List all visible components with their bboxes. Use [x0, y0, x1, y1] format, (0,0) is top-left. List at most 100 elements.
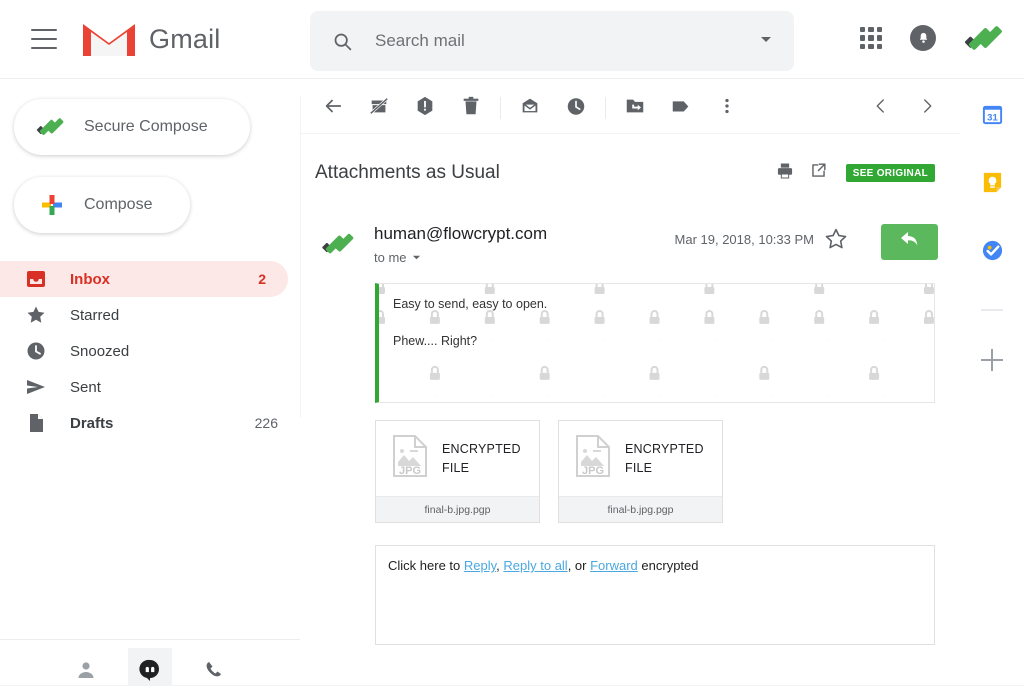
clock-icon: [26, 341, 52, 361]
toolbar-divider: [500, 97, 501, 119]
send-icon: [26, 377, 52, 397]
search-options-chevron-down-icon[interactable]: [758, 31, 774, 52]
sidebar-nav: Inbox 2 Starred Snoozed Sent Drafts 226: [0, 261, 300, 441]
forward-link[interactable]: Forward: [590, 558, 638, 573]
attachment-preview: JPG ENCRYPTED FILE: [376, 421, 539, 496]
right-side-panel: 31: [960, 79, 1024, 686]
search-bar[interactable]: [310, 11, 794, 71]
recipient-label: to me: [374, 250, 407, 265]
mark-unread-icon: [519, 95, 541, 122]
reply-prompt: Click here to Reply, Reply to all, or Fo…: [376, 546, 934, 573]
google-keep-icon: [981, 171, 1004, 199]
star-icon: [26, 305, 52, 325]
attachment-title-line1: ENCRYPTED: [442, 442, 521, 457]
reply-button[interactable]: [881, 224, 938, 260]
page-title: Attachments as Usual: [315, 162, 500, 183]
svg-text:JPG: JPG: [582, 465, 604, 477]
hamburger-icon[interactable]: [31, 29, 57, 49]
gmail-wordmark: Gmail: [149, 23, 221, 54]
attachment-filename: final-b.jpg.pgp: [424, 503, 491, 516]
star-outline-icon: [824, 228, 848, 255]
newer-button[interactable]: [858, 88, 904, 128]
attachment-title: ENCRYPTED FILE: [625, 440, 704, 476]
sidebar-item-label: Drafts: [70, 414, 114, 432]
toolbar-bottom-divider: [300, 133, 1024, 134]
tasks-addon-button[interactable]: [980, 239, 1004, 267]
attachment-title-line2: FILE: [625, 460, 653, 475]
clock-icon: [565, 95, 587, 122]
hangouts-icon[interactable]: [128, 648, 172, 686]
sidebar-item-sent[interactable]: Sent: [0, 369, 300, 405]
see-original-badge[interactable]: SEE ORIGINAL: [845, 164, 935, 182]
svg-text:31: 31: [987, 112, 998, 123]
image-file-icon: JPG: [392, 434, 428, 483]
reply-arrow-icon: [898, 229, 922, 256]
sender-email: human@flowcrypt.com: [374, 224, 548, 243]
message-line: Easy to send, easy to open.: [393, 297, 548, 311]
sidebar-item-label: Starred: [70, 306, 120, 324]
archive-button[interactable]: [356, 88, 402, 128]
sidebar-item-label: Inbox: [70, 270, 110, 288]
sidebar: Secure Compose Compose Inbox 2 Starred S…: [0, 79, 300, 686]
sidebar-item-drafts[interactable]: Drafts 226: [0, 405, 300, 441]
mark-as-unread-button[interactable]: [507, 88, 553, 128]
compose-button[interactable]: Compose: [14, 177, 190, 233]
top-right-actions: [860, 18, 1004, 58]
add-addon-button[interactable]: [981, 349, 1003, 371]
labels-button[interactable]: [658, 88, 704, 128]
recipient-row[interactable]: to me: [374, 250, 547, 265]
attachment-list: JPG ENCRYPTED FILE final-b.jpg.pgp JPG E…: [375, 420, 723, 523]
report-spam-icon: [414, 95, 436, 122]
delete-button[interactable]: [448, 88, 494, 128]
attachment-footer: final-b.jpg.pgp: [376, 496, 539, 522]
open-in-new-window-button[interactable]: [802, 158, 836, 188]
older-button[interactable]: [904, 88, 950, 128]
sidebar-content-divider: [300, 96, 301, 418]
message-date: Mar 19, 2018, 10:33 PM: [674, 232, 814, 247]
search-input[interactable]: [375, 31, 758, 51]
attachment-footer: final-b.jpg.pgp: [559, 496, 722, 522]
rail-divider: [981, 309, 1003, 311]
sidebar-item-inbox[interactable]: Inbox 2: [0, 261, 288, 297]
attachment-title-line1: ENCRYPTED: [625, 442, 704, 457]
secure-compose-button[interactable]: Secure Compose: [14, 99, 250, 155]
attachment-card[interactable]: JPG ENCRYPTED FILE final-b.jpg.pgp: [375, 420, 540, 523]
reply-prompt-suffix: encrypted: [637, 558, 699, 573]
image-file-icon: JPG: [575, 434, 611, 483]
chevron-right-icon: [918, 97, 936, 120]
move-to-folder-icon: [624, 95, 646, 122]
more-options-button[interactable]: [704, 88, 750, 128]
google-tasks-icon: [981, 239, 1004, 267]
apps-grid-icon[interactable]: [860, 27, 882, 49]
report-spam-button[interactable]: [402, 88, 448, 128]
snooze-button[interactable]: [553, 88, 599, 128]
phone-icon[interactable]: [192, 648, 236, 686]
reply-box[interactable]: Click here to Reply, Reply to all, or Fo…: [375, 545, 935, 645]
move-to-button[interactable]: [612, 88, 658, 128]
chevron-left-icon: [872, 97, 890, 120]
print-button[interactable]: [768, 158, 802, 188]
sidebar-item-count: 2: [258, 271, 266, 287]
gmail-m-logo-icon: [81, 18, 137, 60]
keep-addon-button[interactable]: [980, 171, 1004, 199]
sender-block: human@flowcrypt.com to me: [374, 224, 547, 268]
attachment-preview: JPG ENCRYPTED FILE: [559, 421, 722, 496]
back-arrow-icon: [322, 95, 344, 122]
more-vert-icon: [716, 95, 738, 122]
person-icon[interactable]: [64, 648, 108, 686]
gmail-logo[interactable]: Gmail: [81, 18, 221, 60]
reply-all-link[interactable]: Reply to all: [503, 558, 567, 573]
sidebar-item-starred[interactable]: Starred: [0, 297, 300, 333]
bell-icon[interactable]: [910, 25, 936, 51]
calendar-addon-button[interactable]: 31: [980, 105, 1004, 129]
sender-avatar: [318, 224, 362, 268]
printer-icon: [775, 161, 795, 186]
archive-icon: [368, 95, 390, 122]
star-message-button[interactable]: [824, 227, 848, 256]
avatar[interactable]: [964, 18, 1004, 58]
subject-row: Attachments as Usual SEE ORIGINAL: [315, 158, 935, 188]
attachment-card[interactable]: JPG ENCRYPTED FILE final-b.jpg.pgp: [558, 420, 723, 523]
sidebar-item-snoozed[interactable]: Snoozed: [0, 333, 300, 369]
back-to-inbox-button[interactable]: [310, 88, 356, 128]
reply-link[interactable]: Reply: [464, 558, 496, 573]
